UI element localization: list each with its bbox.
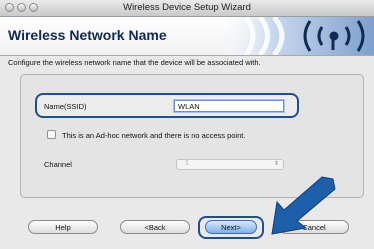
wizard-window: Wireless Device Setup Wizard Wireless Ne… — [0, 0, 374, 249]
arrow-pointer-icon — [271, 176, 336, 235]
